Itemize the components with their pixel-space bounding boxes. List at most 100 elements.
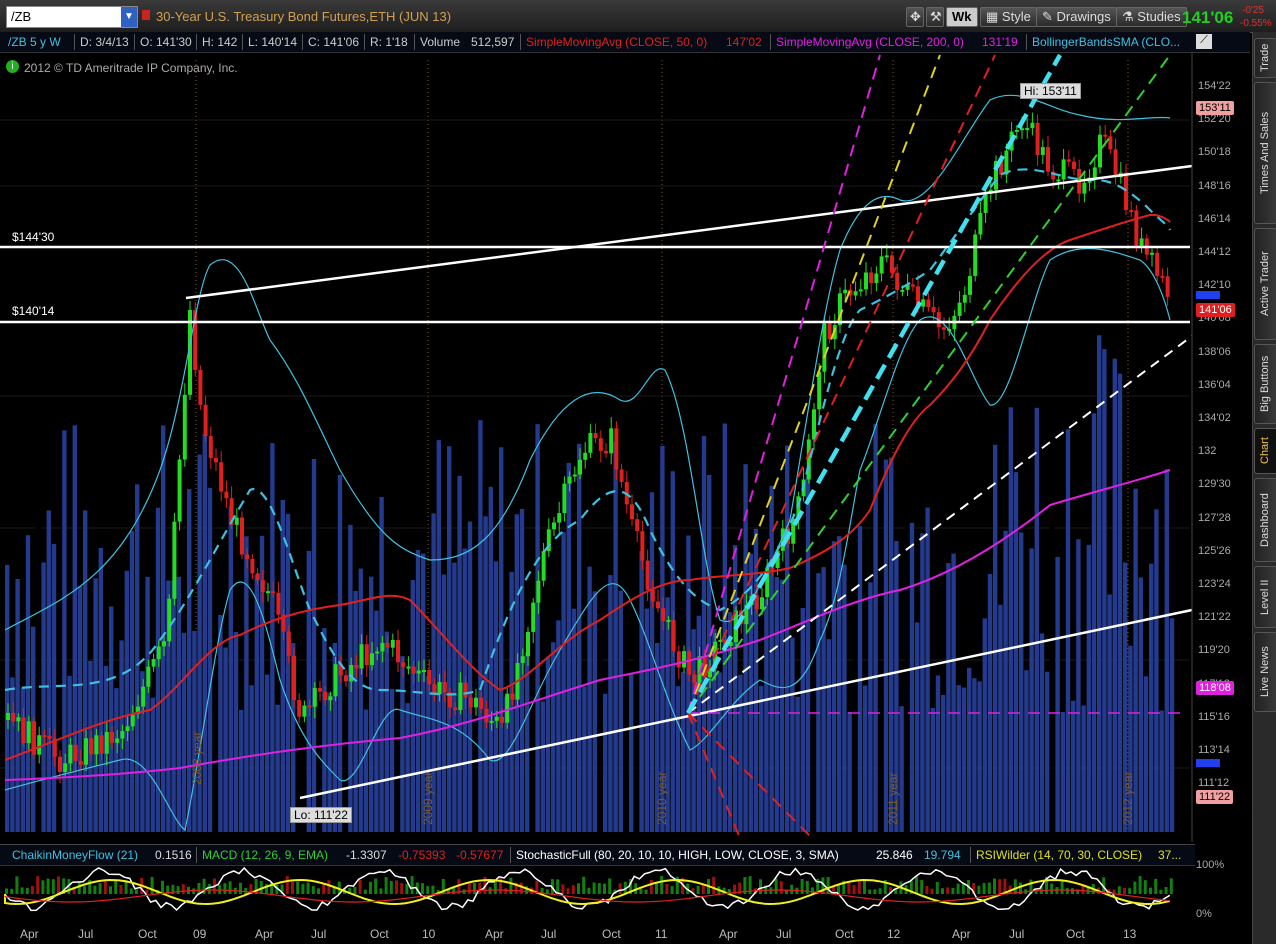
indicator-chart[interactable] bbox=[0, 864, 1195, 924]
candle-body bbox=[1165, 276, 1170, 297]
volume-bar bbox=[795, 696, 800, 832]
volume-bar bbox=[592, 591, 597, 832]
macd-bar bbox=[426, 886, 430, 894]
macd-bar bbox=[987, 882, 991, 894]
macd-bar bbox=[57, 876, 60, 894]
macd-bar bbox=[982, 883, 986, 894]
volume-bar bbox=[83, 510, 88, 832]
crosshair-icon[interactable]: ✥ bbox=[906, 7, 924, 27]
macd-bar bbox=[197, 882, 201, 894]
volume-bar bbox=[634, 456, 639, 832]
studies-button[interactable]: ⚗ Studies bbox=[1116, 7, 1187, 27]
candle-body bbox=[557, 513, 562, 523]
bollinger-label[interactable]: BollingerBandsSMA (CLO... bbox=[1032, 35, 1180, 49]
macd-bar bbox=[696, 885, 700, 894]
volume-bar bbox=[478, 420, 483, 832]
candle-body bbox=[463, 682, 468, 698]
volume-bar bbox=[254, 575, 259, 832]
divider bbox=[770, 34, 771, 50]
candle-body bbox=[411, 666, 416, 674]
volume-bar bbox=[935, 675, 941, 832]
stoch-label[interactable]: StochasticFull (80, 20, 10, 10, HIGH, LO… bbox=[516, 848, 839, 862]
candle-body bbox=[364, 644, 369, 666]
x-axis-label: 13 bbox=[1123, 927, 1137, 941]
candle-body bbox=[172, 521, 177, 599]
drawings-button[interactable]: ✎ Drawings bbox=[1036, 7, 1117, 27]
macd-bar bbox=[467, 883, 471, 894]
macd-bar bbox=[597, 883, 601, 894]
side-tab-times-and-sales[interactable]: Times And Sales bbox=[1254, 82, 1276, 224]
volume-bar bbox=[207, 487, 213, 832]
volume-bar bbox=[223, 647, 228, 832]
bar-high: H: 142 bbox=[202, 35, 238, 49]
candle-body bbox=[614, 428, 619, 470]
macd-bar bbox=[31, 886, 34, 894]
symbol-dropdown-icon[interactable]: ▼ bbox=[121, 7, 137, 27]
symbol-selector[interactable]: /ZB ▼ bbox=[6, 6, 138, 28]
macd-bar bbox=[774, 878, 778, 894]
volume-bar bbox=[244, 536, 249, 832]
candle-body bbox=[1046, 147, 1050, 172]
info-icon[interactable]: i bbox=[6, 60, 19, 73]
macd-bar bbox=[311, 886, 315, 894]
volume-bar bbox=[826, 639, 831, 832]
sma200-label[interactable]: SimpleMovingAvg (CLOSE, 200, 0) bbox=[776, 35, 964, 49]
volume-bar bbox=[46, 510, 51, 832]
volume-bar bbox=[1091, 413, 1097, 832]
x-axis-label: 12 bbox=[887, 927, 901, 941]
volume-label[interactable]: Volume bbox=[420, 35, 460, 49]
wrench-icon[interactable]: ⚒ bbox=[926, 7, 944, 27]
macd-bar bbox=[1138, 876, 1142, 894]
macd-bar bbox=[946, 887, 950, 894]
sma50-label[interactable]: SimpleMovingAvg (CLOSE, 50, 0) bbox=[526, 35, 707, 49]
volume-bar bbox=[998, 604, 1003, 832]
volume-bar bbox=[1169, 618, 1175, 832]
candle-body bbox=[224, 491, 229, 499]
cmf-label[interactable]: ChaikinMoneyFlow (21) bbox=[12, 848, 138, 862]
x-axis-label: Jul bbox=[776, 927, 792, 941]
x-axis-label: 11 bbox=[655, 927, 668, 941]
macd-bar bbox=[1143, 880, 1147, 894]
candle-body bbox=[692, 674, 697, 683]
macd-bar bbox=[920, 879, 924, 894]
rsi-label[interactable]: RSIWilder (14, 70, 30, CLOSE) bbox=[976, 848, 1142, 862]
y-axis-tick: 154'22 bbox=[1198, 80, 1231, 92]
indicator-scale-top: 100% bbox=[1196, 859, 1225, 871]
price-chart[interactable] bbox=[0, 52, 1250, 842]
volume-bar bbox=[915, 622, 920, 832]
candle-body bbox=[58, 756, 62, 773]
side-tab-dashboard[interactable]: Dashboard bbox=[1254, 478, 1276, 562]
volume-bar bbox=[701, 435, 707, 832]
volume-bar bbox=[509, 571, 514, 832]
macd-bar bbox=[852, 885, 856, 894]
volume-bar bbox=[733, 545, 738, 832]
candle-body bbox=[1056, 179, 1061, 182]
candle-body bbox=[458, 682, 463, 711]
symbol-period[interactable]: /ZB 5 y W bbox=[8, 35, 61, 49]
candle-body bbox=[671, 620, 676, 652]
side-tab-trade[interactable]: Trade bbox=[1254, 38, 1276, 78]
side-tab-active-trader[interactable]: Active Trader bbox=[1254, 228, 1276, 340]
macd-bar bbox=[608, 878, 612, 894]
volume-bar bbox=[10, 677, 15, 832]
symbol-text: /ZB bbox=[11, 9, 32, 24]
candle-body bbox=[661, 608, 666, 622]
candle-body bbox=[214, 457, 218, 463]
price-tag-marker-blue bbox=[1196, 291, 1220, 299]
side-tab-big-buttons[interactable]: Big Buttons bbox=[1254, 344, 1276, 424]
year-marker-2008: 2008 year bbox=[190, 731, 204, 785]
y-axis-tick: 119'20 bbox=[1198, 644, 1230, 657]
side-tab-level-ii[interactable]: Level II bbox=[1254, 566, 1276, 628]
volume-bar bbox=[623, 595, 629, 832]
style-button[interactable]: ▦ Style bbox=[980, 7, 1037, 27]
volume-bar bbox=[15, 579, 20, 832]
chart-icon[interactable]: ⟋ bbox=[1196, 34, 1212, 49]
side-tab-chart[interactable]: Chart bbox=[1254, 428, 1276, 474]
macd-bar bbox=[395, 880, 398, 894]
period-button[interactable]: Wk bbox=[946, 7, 978, 27]
x-axis-label: Oct bbox=[602, 927, 621, 941]
macd-bar bbox=[603, 883, 606, 894]
macd-label[interactable]: MACD (12, 26, 9, EMA) bbox=[202, 848, 328, 862]
divider bbox=[520, 34, 521, 50]
side-tab-live-news[interactable]: Live News bbox=[1254, 632, 1276, 712]
